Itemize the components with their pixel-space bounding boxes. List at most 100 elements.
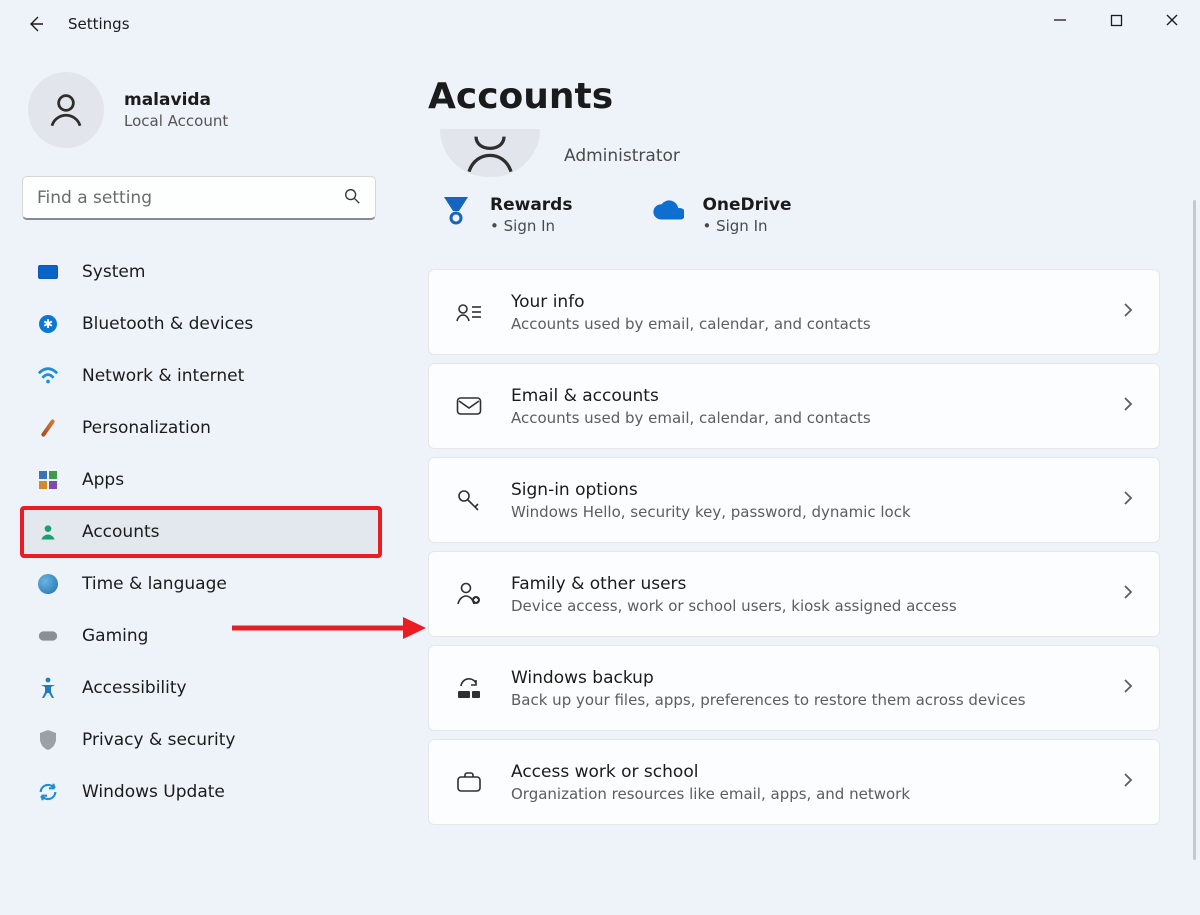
close-button[interactable] bbox=[1144, 0, 1200, 40]
paintbrush-icon bbox=[36, 416, 60, 440]
promo-rewards[interactable]: Rewards Sign In bbox=[440, 195, 572, 235]
promo-title: Rewards bbox=[490, 195, 572, 215]
back-button[interactable] bbox=[20, 8, 52, 40]
system-icon bbox=[36, 260, 60, 284]
promo-onedrive[interactable]: OneDrive Sign In bbox=[652, 195, 791, 235]
card-desc: Organization resources like email, apps,… bbox=[511, 785, 1123, 803]
sidebar-item-label: Network & internet bbox=[82, 366, 244, 386]
promo-row: Rewards Sign In OneDrive Sign In bbox=[428, 195, 1160, 235]
back-arrow-icon bbox=[26, 14, 46, 34]
close-icon bbox=[1165, 13, 1179, 27]
promo-labels: OneDrive Sign In bbox=[702, 195, 791, 235]
card-title: Access work or school bbox=[511, 762, 1123, 782]
user-labels: malavida Local Account bbox=[124, 90, 228, 130]
minimize-button[interactable] bbox=[1032, 0, 1088, 40]
card-email-accounts[interactable]: Email & accounts Accounts used by email,… bbox=[428, 363, 1160, 449]
sidebar-item-apps[interactable]: Apps bbox=[22, 456, 380, 504]
accessibility-icon bbox=[36, 676, 60, 700]
page-title: Accounts bbox=[428, 76, 1160, 117]
search-box[interactable] bbox=[22, 176, 376, 220]
card-family-other-users[interactable]: Family & other users Device access, work… bbox=[428, 551, 1160, 637]
cards-list: Your info Accounts used by email, calend… bbox=[428, 269, 1160, 825]
person-icon bbox=[45, 89, 87, 131]
nav-list: System ✱ Bluetooth & devices Network & i… bbox=[22, 248, 380, 816]
key-icon bbox=[455, 486, 483, 514]
card-title: Your info bbox=[511, 292, 1123, 312]
card-title: Windows backup bbox=[511, 668, 1123, 688]
sidebar-item-label: Privacy & security bbox=[82, 730, 236, 750]
minimize-icon bbox=[1053, 13, 1067, 27]
sidebar-item-label: Apps bbox=[82, 470, 124, 490]
rewards-icon bbox=[440, 195, 472, 227]
onedrive-icon bbox=[652, 195, 684, 227]
person-icon bbox=[36, 520, 60, 544]
sidebar-item-label: Accessibility bbox=[82, 678, 187, 698]
sidebar-item-network[interactable]: Network & internet bbox=[22, 352, 380, 400]
username: malavida bbox=[124, 90, 228, 110]
app-title: Settings bbox=[68, 15, 130, 33]
backup-icon bbox=[455, 674, 483, 702]
sidebar-item-gaming[interactable]: Gaming bbox=[22, 612, 380, 660]
sidebar-item-personalization[interactable]: Personalization bbox=[22, 404, 380, 452]
card-desc: Accounts used by email, calendar, and co… bbox=[511, 315, 1123, 333]
card-access-work-school[interactable]: Access work or school Organization resou… bbox=[428, 739, 1160, 825]
chevron-right-icon bbox=[1123, 584, 1133, 604]
person-icon bbox=[462, 129, 518, 177]
sidebar-item-accessibility[interactable]: Accessibility bbox=[22, 664, 380, 712]
card-desc: Back up your files, apps, preferences to… bbox=[511, 691, 1123, 709]
apps-icon bbox=[36, 468, 60, 492]
family-icon bbox=[455, 580, 483, 608]
update-icon bbox=[36, 780, 60, 804]
sidebar-item-privacy[interactable]: Privacy & security bbox=[22, 716, 380, 764]
promo-sub: Sign In bbox=[490, 217, 572, 235]
bluetooth-icon: ✱ bbox=[36, 312, 60, 336]
chevron-right-icon bbox=[1123, 396, 1133, 416]
maximize-icon bbox=[1110, 14, 1123, 27]
scrollbar-thumb[interactable] bbox=[1193, 200, 1196, 860]
sidebar-item-accounts[interactable]: Accounts bbox=[22, 508, 380, 556]
sidebar-item-label: Windows Update bbox=[82, 782, 225, 802]
avatar bbox=[28, 72, 104, 148]
account-type: Local Account bbox=[124, 112, 228, 130]
card-desc: Windows Hello, security key, password, d… bbox=[511, 503, 1123, 521]
search-icon bbox=[343, 187, 361, 209]
sidebar-item-label: Gaming bbox=[82, 626, 148, 646]
promo-sub: Sign In bbox=[702, 217, 791, 235]
card-windows-backup[interactable]: Windows backup Back up your files, apps,… bbox=[428, 645, 1160, 731]
titlebar: Settings bbox=[0, 0, 1200, 48]
sidebar-item-label: System bbox=[82, 262, 145, 282]
wifi-icon bbox=[36, 364, 60, 388]
search-input[interactable] bbox=[37, 188, 343, 208]
sidebar-item-label: Bluetooth & devices bbox=[82, 314, 253, 334]
sidebar-item-label: Accounts bbox=[82, 522, 160, 542]
content-area: Accounts Administrator Rewards Sign In bbox=[398, 48, 1200, 915]
mail-icon bbox=[455, 392, 483, 420]
sidebar-item-label: Time & language bbox=[82, 574, 227, 594]
sidebar-item-time-language[interactable]: Time & language bbox=[22, 560, 380, 608]
promo-labels: Rewards Sign In bbox=[490, 195, 572, 235]
chevron-right-icon bbox=[1123, 490, 1133, 510]
card-your-info[interactable]: Your info Accounts used by email, calend… bbox=[428, 269, 1160, 355]
profile-row: Administrator bbox=[428, 129, 1160, 177]
profile-role: Administrator bbox=[564, 146, 680, 166]
promo-title: OneDrive bbox=[702, 195, 791, 215]
sidebar-item-label: Personalization bbox=[82, 418, 211, 438]
user-block[interactable]: malavida Local Account bbox=[22, 72, 380, 148]
card-sign-in-options[interactable]: Sign-in options Windows Hello, security … bbox=[428, 457, 1160, 543]
your-info-icon bbox=[455, 298, 483, 326]
sidebar-item-bluetooth[interactable]: ✱ Bluetooth & devices bbox=[22, 300, 380, 348]
globe-clock-icon bbox=[36, 572, 60, 596]
gamepad-icon bbox=[36, 624, 60, 648]
chevron-right-icon bbox=[1123, 302, 1133, 322]
window-controls bbox=[1032, 0, 1200, 40]
briefcase-icon bbox=[455, 768, 483, 796]
sidebar-item-system[interactable]: System bbox=[22, 248, 380, 296]
sidebar-item-windows-update[interactable]: Windows Update bbox=[22, 768, 380, 816]
card-title: Sign-in options bbox=[511, 480, 1123, 500]
card-title: Email & accounts bbox=[511, 386, 1123, 406]
card-title: Family & other users bbox=[511, 574, 1123, 594]
card-desc: Device access, work or school users, kio… bbox=[511, 597, 1123, 615]
sidebar: malavida Local Account System ✱ Bluetoot… bbox=[0, 48, 398, 915]
maximize-button[interactable] bbox=[1088, 0, 1144, 40]
profile-avatar bbox=[440, 129, 540, 177]
